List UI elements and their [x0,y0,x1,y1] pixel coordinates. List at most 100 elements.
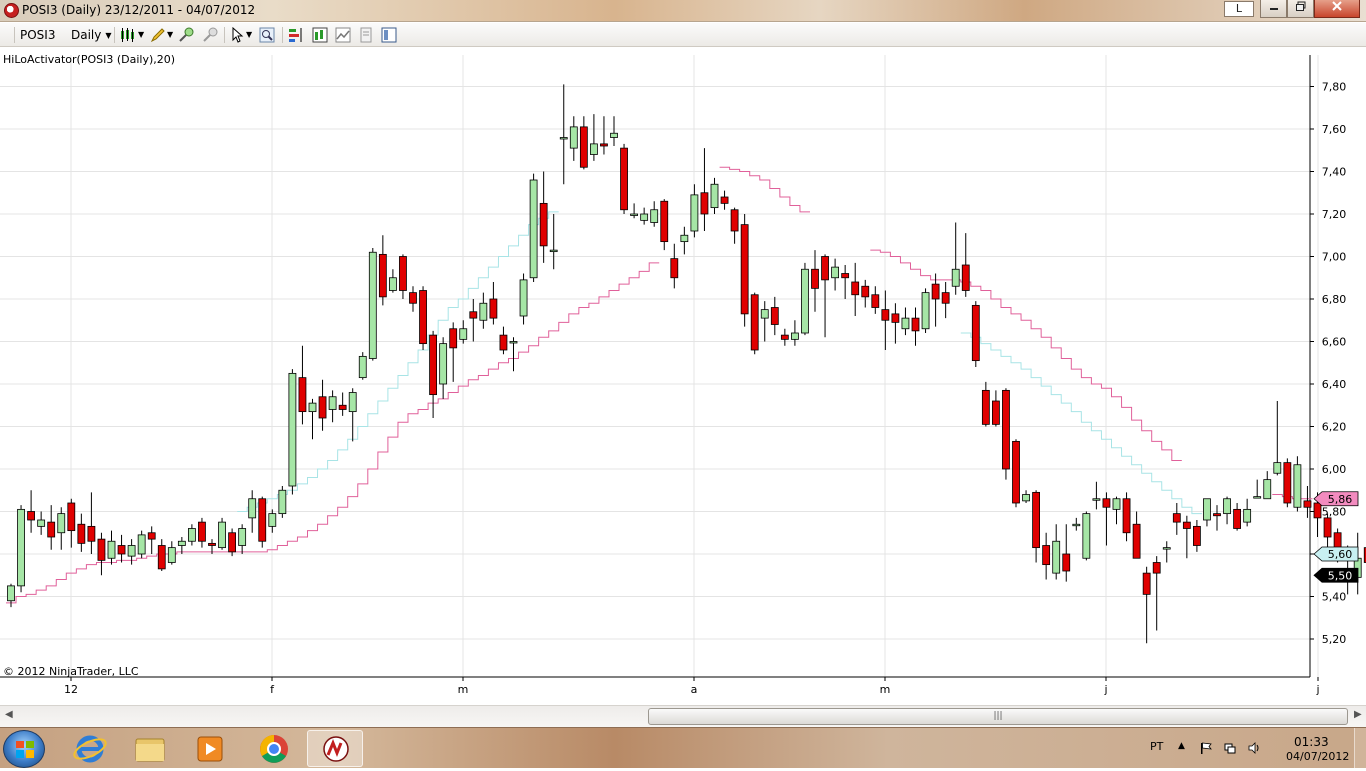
properties-icon[interactable] [358,27,374,43]
candle-body[interactable] [1172,513,1181,523]
candle-body[interactable] [700,192,709,215]
candle-body[interactable] [901,317,910,330]
candle-body[interactable] [238,528,247,546]
candle-body[interactable] [539,202,548,247]
candlestick-chart[interactable]: 7,80 7,60 7,40 7,20 7,00 6,80 6,60 6,40 6,20 6,00… [0,47,1366,705]
candle-body[interactable] [137,534,146,555]
scroll-thumb[interactable]: ||| [648,708,1348,725]
taskbar-media-player[interactable] [182,730,238,767]
candle-body[interactable] [730,209,739,232]
candle-body[interactable] [328,396,337,410]
candle-body[interactable] [1022,494,1030,502]
interval-selector[interactable]: Daily ▼ [71,26,112,44]
clock-time[interactable]: 01:33 [1294,735,1329,749]
candle-body[interactable] [519,279,528,317]
candle-body[interactable] [499,334,508,351]
candle-body[interactable] [1002,389,1010,470]
candle-body[interactable] [579,126,588,168]
candle-body[interactable] [218,521,226,549]
show-desktop-button[interactable] [1354,728,1366,769]
search-icon[interactable] [259,27,275,43]
pencil-icon[interactable] [150,27,166,43]
candle-body[interactable] [509,341,518,344]
candle-body[interactable] [1333,532,1342,549]
candle-body[interactable] [147,532,156,540]
candle-body[interactable] [1273,462,1282,474]
candle-body[interactable] [971,304,980,362]
candle-body[interactable] [1293,464,1302,508]
candle-body[interactable] [107,540,116,559]
candle-body[interactable] [690,194,699,232]
candle-body[interactable] [1253,496,1262,499]
candle-body[interactable] [87,525,96,542]
candle-body[interactable] [1233,508,1241,529]
candle-body[interactable] [57,513,66,534]
minimize-button[interactable] [1260,0,1287,18]
candle-body[interactable] [650,209,659,223]
candle-body[interactable] [981,389,990,425]
candle-body[interactable] [1162,547,1171,550]
candle-body[interactable] [1092,498,1101,501]
candle-body[interactable] [1012,440,1020,504]
candle-body[interactable] [1263,479,1272,500]
candle-body[interactable] [308,402,317,413]
candle-body[interactable] [338,404,347,410]
candle-body[interactable] [921,292,930,330]
candle-body[interactable] [610,132,618,138]
candle-body[interactable] [37,519,46,527]
candle-body[interactable] [1152,562,1161,574]
candle-body[interactable] [1193,525,1201,546]
candle-body[interactable] [600,143,608,147]
taskbar-chrome[interactable] [246,730,302,767]
chevron-down-icon[interactable]: ▼ [167,26,173,44]
candle-body[interactable] [117,545,126,555]
candle-body[interactable] [881,309,890,321]
candle-body[interactable] [298,377,307,413]
clock-date[interactable]: 04/07/2012 [1286,750,1349,763]
candle-body[interactable] [1062,553,1071,572]
chart-style-icon[interactable] [120,27,136,43]
candle-body[interactable] [459,328,468,340]
candle-body[interactable] [529,179,538,279]
candle-body[interactable] [791,332,799,340]
candle-body[interactable] [961,264,970,291]
candle-body[interactable] [1323,517,1332,538]
candle-body[interactable] [559,137,568,140]
restore-button[interactable] [1287,0,1314,18]
candle-body[interactable] [821,256,829,281]
strategies-icon[interactable] [335,27,351,43]
cursor-icon[interactable] [230,27,246,43]
candle-body[interactable] [841,273,850,279]
candle-body[interactable] [1203,498,1211,521]
candle-body[interactable] [489,298,498,319]
instrument-selector[interactable]: POSI3 [20,26,55,44]
candle-body[interactable] [831,266,839,279]
candle-body[interactable] [680,234,689,243]
candle-body[interactable] [720,196,729,204]
candle-body[interactable] [951,268,960,287]
candle-body[interactable] [47,521,56,538]
candle-body[interactable] [1082,513,1091,559]
chevron-down-icon[interactable]: ▼ [138,26,144,44]
network-icon[interactable] [1224,742,1236,754]
candle-body[interactable] [660,200,669,243]
candle-body[interactable] [1032,491,1040,549]
taskbar-file-explorer[interactable] [122,730,178,767]
candle-body[interactable] [1213,513,1221,517]
candle-body[interactable] [167,547,176,563]
candle-body[interactable] [770,307,779,325]
candle-body[interactable] [640,213,649,221]
candle-body[interactable] [419,290,427,345]
volume-icon[interactable] [1248,742,1260,754]
candle-body[interactable] [198,521,206,542]
candle-body[interactable] [77,523,86,544]
candle-body[interactable] [1313,502,1322,519]
candle-body[interactable] [1132,523,1141,559]
candle-body[interactable] [268,513,277,527]
price-chart-panel[interactable]: 7,80 7,60 7,40 7,20 7,00 6,80 6,60 6,40 6,20 6,00… [0,47,1366,705]
candle-body[interactable] [208,542,216,546]
chevron-down-icon[interactable]: ▼ [246,26,252,44]
scroll-left-arrow-icon[interactable]: ◀ [5,709,13,720]
candle-body[interactable] [1102,498,1111,508]
window-layout-icon[interactable] [381,27,397,43]
